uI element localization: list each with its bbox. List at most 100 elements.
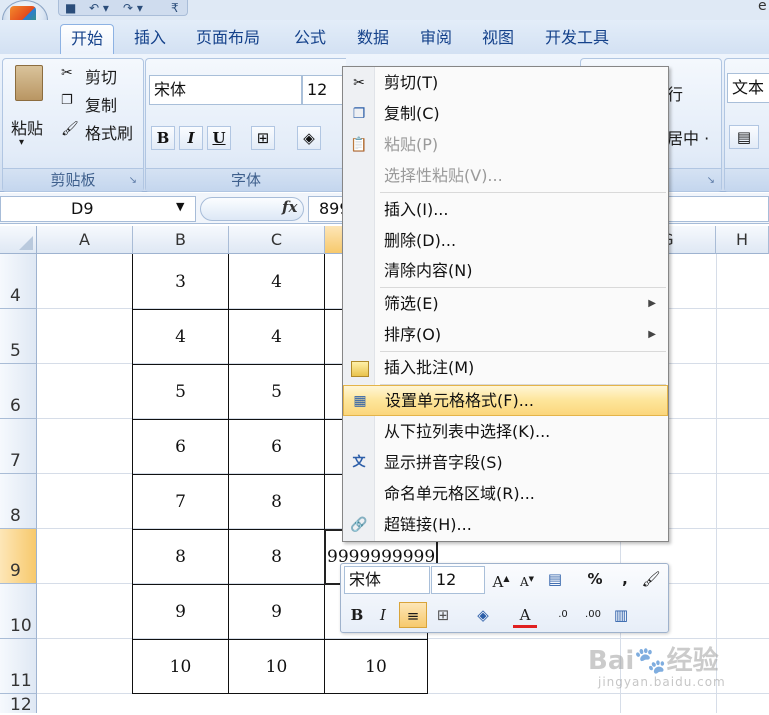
tab-view[interactable]: 视图 bbox=[472, 24, 524, 54]
row-header-12[interactable]: 12 bbox=[0, 694, 37, 715]
format-painter-button[interactable]: 格式刷 bbox=[85, 120, 133, 144]
tab-home[interactable]: 开始 bbox=[60, 24, 115, 55]
menu-item-hyperlink[interactable]: 🔗 超链接(H)... bbox=[343, 510, 668, 539]
merge-center-icon[interactable]: ▥ bbox=[609, 602, 633, 628]
paste-icon[interactable] bbox=[15, 65, 43, 101]
cell-b10[interactable]: 9 bbox=[133, 602, 228, 622]
menu-item-insert-comment[interactable]: 插入批注(M) bbox=[343, 353, 668, 382]
menu-item-insert[interactable]: 插入(I)... bbox=[343, 195, 668, 224]
cell-c8[interactable]: 8 bbox=[229, 492, 324, 512]
mini-font-name-select[interactable]: 宋体 bbox=[344, 566, 430, 594]
row-header-9[interactable]: 9 bbox=[0, 529, 37, 584]
underline-button[interactable]: U bbox=[207, 126, 231, 150]
bold-button[interactable]: B bbox=[151, 126, 175, 150]
cell-b7[interactable]: 6 bbox=[133, 437, 228, 457]
column-header-h[interactable]: H bbox=[716, 226, 769, 254]
merge-center-button[interactable]: 居中 · bbox=[667, 125, 709, 149]
menu-item-copy[interactable]: ❐ 复制(C) bbox=[343, 99, 668, 128]
name-box-dropdown-icon[interactable]: ▼ bbox=[176, 200, 184, 213]
mini-bold-icon[interactable]: B bbox=[345, 602, 369, 628]
paste-dropdown-icon[interactable]: ▾ bbox=[19, 137, 24, 148]
row-header-11[interactable]: 11 bbox=[0, 639, 37, 694]
table-border bbox=[132, 419, 343, 420]
tab-developer[interactable]: 开发工具 bbox=[535, 24, 619, 54]
row-header-5[interactable]: 5 bbox=[0, 309, 37, 364]
percent-style-button[interactable]: % bbox=[583, 566, 607, 592]
grow-font-icon[interactable]: A▲ bbox=[489, 566, 513, 592]
tab-page-layout[interactable]: 页面布局 bbox=[186, 24, 270, 54]
increase-decimal-icon[interactable]: .0 bbox=[551, 602, 575, 628]
save-icon[interactable]: ■ bbox=[65, 1, 76, 15]
row-header-6[interactable]: 6 bbox=[0, 364, 37, 419]
cell-b6[interactable]: 5 bbox=[133, 382, 228, 402]
select-all-button[interactable] bbox=[0, 226, 37, 254]
row-header-8[interactable]: 8 bbox=[0, 474, 37, 529]
cell-b9[interactable]: 8 bbox=[133, 547, 228, 567]
alignment-launcher-icon[interactable]: ↘ bbox=[707, 175, 715, 186]
tab-review[interactable]: 审阅 bbox=[410, 24, 462, 54]
cell-b4[interactable]: 3 bbox=[133, 272, 228, 292]
copy-button[interactable]: 复制 bbox=[85, 92, 117, 116]
shrink-font-icon[interactable]: A▼ bbox=[515, 566, 539, 592]
cell-b11[interactable]: 10 bbox=[133, 657, 228, 677]
menu-item-pick-from-list[interactable]: 从下拉列表中选择(K)... bbox=[343, 417, 668, 446]
menu-item-name-range[interactable]: 命名单元格区域(R)... bbox=[343, 479, 668, 508]
mini-italic-icon[interactable]: I bbox=[371, 602, 395, 628]
borders-icon[interactable]: ⊞ bbox=[431, 602, 455, 628]
insert-function-button[interactable]: fx bbox=[282, 198, 297, 216]
scissors-icon: ✂ bbox=[61, 65, 73, 81]
row-header-4[interactable]: 4 bbox=[0, 254, 37, 309]
menu-item-show-pinyin[interactable]: 文显示拼音字段(S) bbox=[343, 448, 668, 477]
cell-c9[interactable]: 8 bbox=[229, 547, 324, 567]
font-size-select[interactable]: 12 bbox=[302, 75, 346, 105]
comma-style-button[interactable]: , bbox=[613, 566, 637, 592]
wrap-text-button[interactable]: 行 bbox=[667, 81, 683, 105]
dialog-launcher-icon[interactable]: ↘ bbox=[129, 175, 137, 186]
menu-item-format-cells[interactable]: ▦ 设置单元格格式(F)... bbox=[343, 385, 668, 416]
undo-icon[interactable]: ↶ ▾ bbox=[89, 1, 109, 15]
cell-c10[interactable]: 9 bbox=[229, 602, 324, 622]
menu-item-clear-contents[interactable]: 清除内容(N) bbox=[343, 256, 668, 285]
row-header-7[interactable]: 7 bbox=[0, 419, 37, 474]
accounting-format-icon[interactable]: ▤ bbox=[729, 125, 759, 149]
fill-color-icon[interactable]: ◈ bbox=[471, 602, 495, 628]
column-header-b[interactable]: B bbox=[133, 226, 229, 254]
cell-c7[interactable]: 6 bbox=[229, 437, 324, 457]
cell-c11[interactable]: 10 bbox=[229, 657, 324, 677]
fill-color-icon[interactable]: ◈ bbox=[297, 126, 321, 150]
accounting-format-icon[interactable]: ▤ bbox=[543, 566, 567, 592]
row-header-10[interactable]: 10 bbox=[0, 584, 37, 639]
customize-qat-icon[interactable]: ₹ bbox=[171, 1, 179, 15]
cell-c4[interactable]: 4 bbox=[229, 272, 324, 292]
menu-item-filter[interactable]: 筛选(E) ▶ bbox=[343, 289, 668, 318]
font-color-icon[interactable]: A bbox=[513, 602, 537, 628]
mini-font-size-select[interactable]: 12 bbox=[431, 566, 485, 594]
cell-b8[interactable]: 7 bbox=[133, 492, 228, 512]
menu-item-paste[interactable]: 📋 粘贴(P) bbox=[343, 130, 668, 159]
cell-b5[interactable]: 4 bbox=[133, 327, 228, 347]
cut-button[interactable]: 剪切 bbox=[85, 64, 117, 88]
italic-button[interactable]: I bbox=[179, 126, 203, 150]
font-name-select[interactable]: 宋体 bbox=[149, 75, 302, 105]
menu-item-cut[interactable]: ✂ 剪切(T) bbox=[343, 68, 668, 97]
clipboard-group-label: 剪贴板 bbox=[3, 168, 143, 191]
cell-c6[interactable]: 5 bbox=[229, 382, 324, 402]
borders-icon[interactable]: ⊞ bbox=[251, 126, 275, 150]
column-header-c[interactable]: C bbox=[229, 226, 325, 254]
menu-item-paste-special[interactable]: 选择性粘贴(V)... bbox=[343, 161, 668, 190]
tab-insert[interactable]: 插入 bbox=[124, 24, 176, 54]
tab-formulas[interactable]: 公式 bbox=[284, 24, 336, 54]
tab-data[interactable]: 数据 bbox=[347, 24, 399, 54]
format-painter-icon[interactable]: 🖌 bbox=[639, 566, 663, 592]
column-header-a[interactable]: A bbox=[37, 226, 133, 254]
decrease-decimal-icon[interactable]: .00 bbox=[581, 602, 605, 628]
cell-c5[interactable]: 4 bbox=[229, 327, 324, 347]
name-box[interactable]: D9 bbox=[0, 196, 196, 222]
redo-icon[interactable]: ↷ ▾ bbox=[123, 1, 143, 15]
number-format-select[interactable]: 文本 bbox=[727, 73, 769, 103]
paste-button[interactable]: 粘贴 bbox=[11, 115, 43, 139]
menu-item-sort[interactable]: 排序(O) ▶ bbox=[343, 320, 668, 349]
align-center-icon[interactable]: ≡ bbox=[399, 602, 427, 628]
cell-d11[interactable]: 10 bbox=[325, 657, 427, 677]
menu-item-delete[interactable]: 删除(D)... bbox=[343, 226, 668, 255]
